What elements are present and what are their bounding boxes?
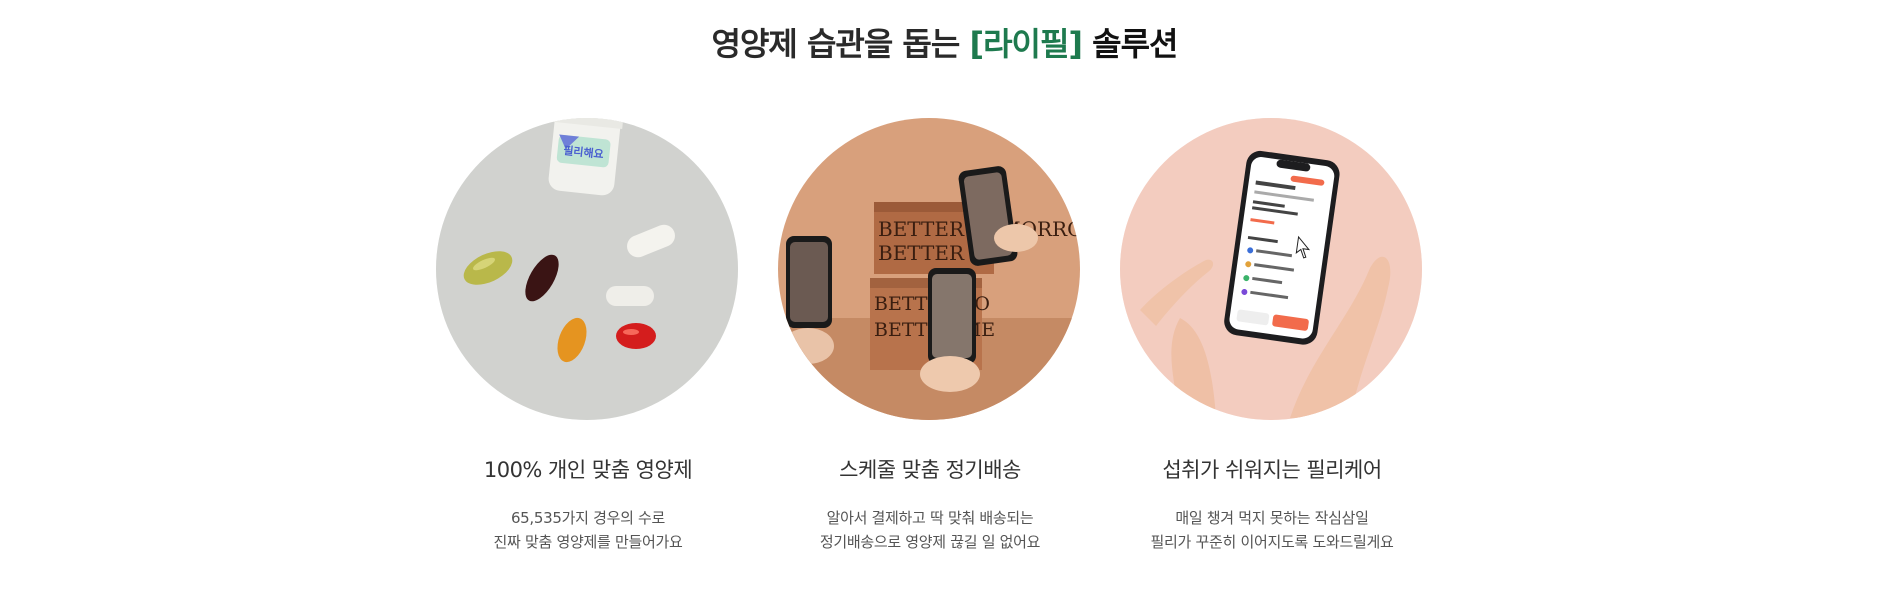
phone-app-photo [1120,118,1422,420]
feature-title: 100% 개인 맞춤 영양제 [483,458,693,482]
feature-description-line: 진짜 맞춤 영양제를 만들어가요 [493,533,683,551]
feature-description: 65,535가지 경우의 수로 진짜 맞춤 영양제를 만들어가요 [418,506,758,554]
feature-description-line: 65,535가지 경우의 수로 [510,509,666,527]
section-headline: 영양제 습관을 돕는 [라이필] 솔루션 [0,22,1889,66]
delivery-boxes-photo: BETTER TOMORROW BETTER ME. BETTER TO BET… [778,118,1080,420]
feature-description-line: 알아서 결제하고 딱 맞춰 배송되는 [826,509,1034,527]
feature-card-scheduled-delivery: BETTER TOMORROW BETTER ME. BETTER TO BET… [760,118,1100,568]
headline-suffix: 솔루션 [1092,25,1178,63]
feature-description-line: 매일 챙겨 먹지 못하는 작심삼일 [1175,509,1369,527]
feature-title: 섭취가 쉬워지는 필리케어 [1162,458,1382,482]
feature-card-pilly-care: 섭취가 쉬워지는 필리케어 매일 챙겨 먹지 못하는 작심삼일 필리가 꾸준히 … [1102,118,1442,568]
feature-description-line: 정기배송으로 영양제 끊길 일 없어요 [819,533,1041,551]
feature-description: 매일 챙겨 먹지 못하는 작심삼일 필리가 꾸준히 이어지도록 도와드릴게요 [1102,506,1442,554]
feature-description-line: 필리가 꾸준히 이어지도록 도와드릴게요 [1150,533,1394,551]
pills-photo: 필리해요 [436,118,738,420]
feature-description: 알아서 결제하고 딱 맞춰 배송되는 정기배송으로 영양제 끊길 일 없어요 [760,506,1100,554]
feature-card-custom-supplement: 필리해요 100% 개인 맞춤 영양제 65,535가지 경우의 수로 진짜 맞… [418,118,758,568]
feature-title: 스케줄 맞춤 정기배송 [839,458,1021,482]
headline-prefix: 영양제 습관을 돕는 [711,25,961,63]
headline-brand: [라이필] [969,25,1083,63]
